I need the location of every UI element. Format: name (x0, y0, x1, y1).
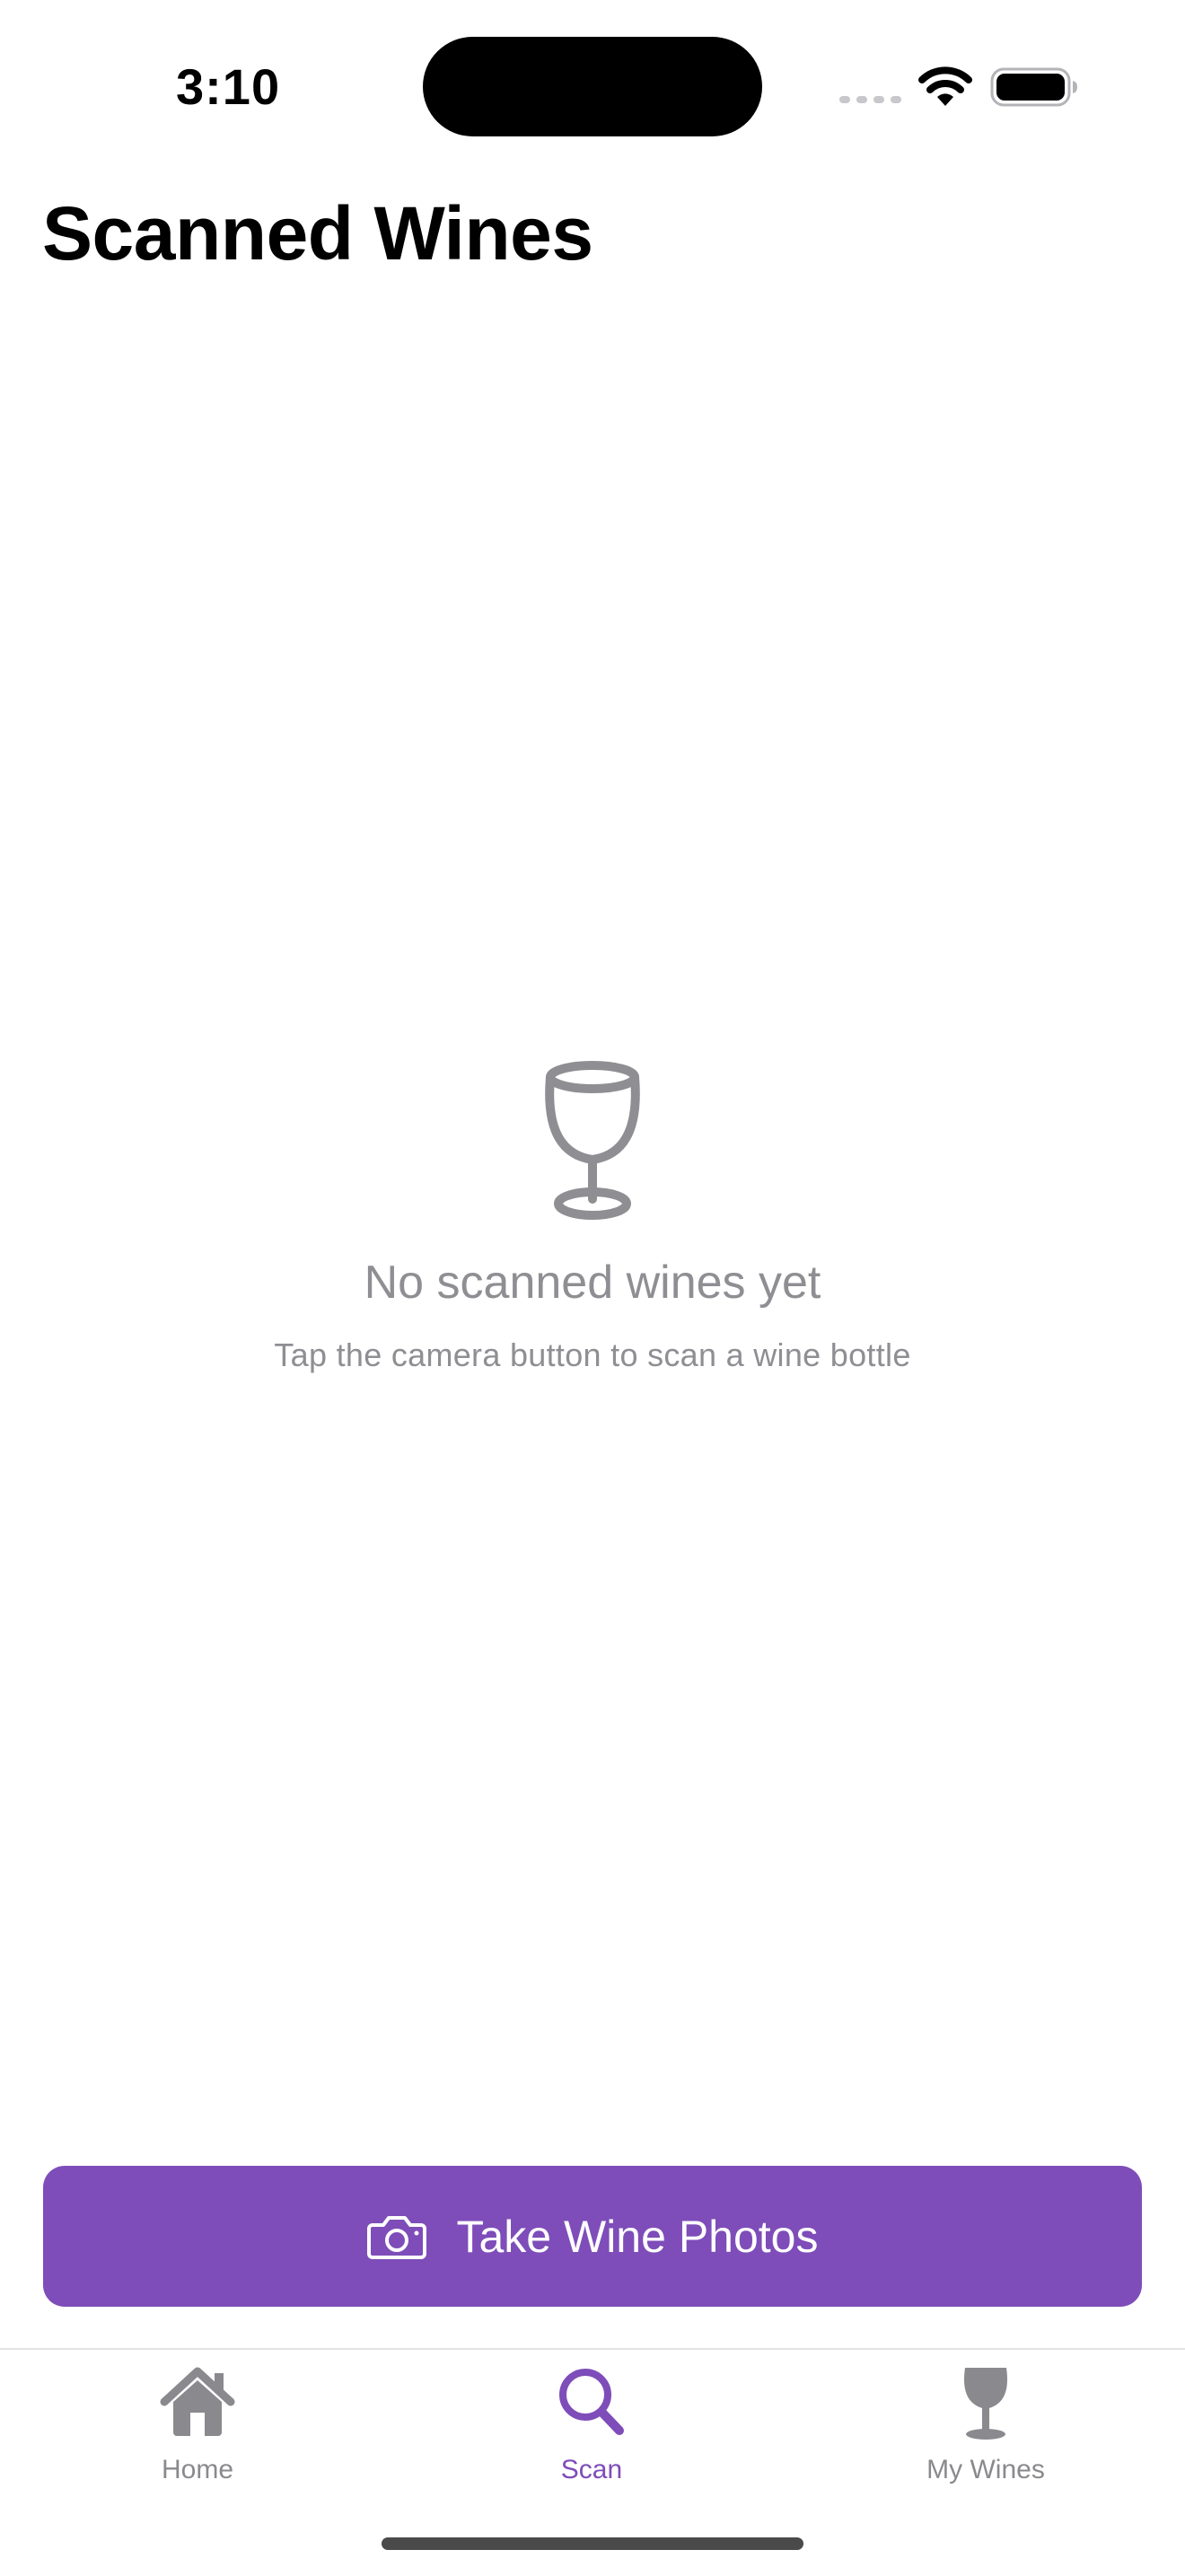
dynamic-island (423, 37, 762, 136)
wifi-icon (918, 66, 972, 106)
page-title: Scanned Wines (42, 191, 593, 276)
battery-icon (990, 67, 1077, 107)
tab-scan-label: Scan (560, 2455, 623, 2484)
take-wine-photos-label: Take Wine Photos (456, 2211, 819, 2262)
status-time: 3:10 (176, 58, 281, 115)
home-indicator (382, 2537, 803, 2550)
tab-home[interactable]: Home (81, 2362, 314, 2497)
home-icon (160, 2367, 235, 2436)
take-wine-photos-button[interactable]: Take Wine Photos (43, 2166, 1142, 2307)
camera-icon (366, 2215, 426, 2259)
wine-glass-filled-icon (963, 2368, 1008, 2440)
tab-scan[interactable]: Scan (475, 2362, 708, 2497)
empty-state-title: No scanned wines yet (364, 1257, 821, 1309)
wine-glass-icon (545, 1061, 640, 1220)
signal-dots-icon (839, 96, 901, 103)
tab-my-wines-label: My Wines (926, 2455, 1045, 2484)
empty-state-subtitle: Tap the camera button to scan a wine bot… (274, 1336, 911, 1373)
tab-home-label: Home (161, 2455, 234, 2484)
search-icon (559, 2369, 624, 2435)
tab-my-wines[interactable]: My Wines (869, 2362, 1102, 2497)
